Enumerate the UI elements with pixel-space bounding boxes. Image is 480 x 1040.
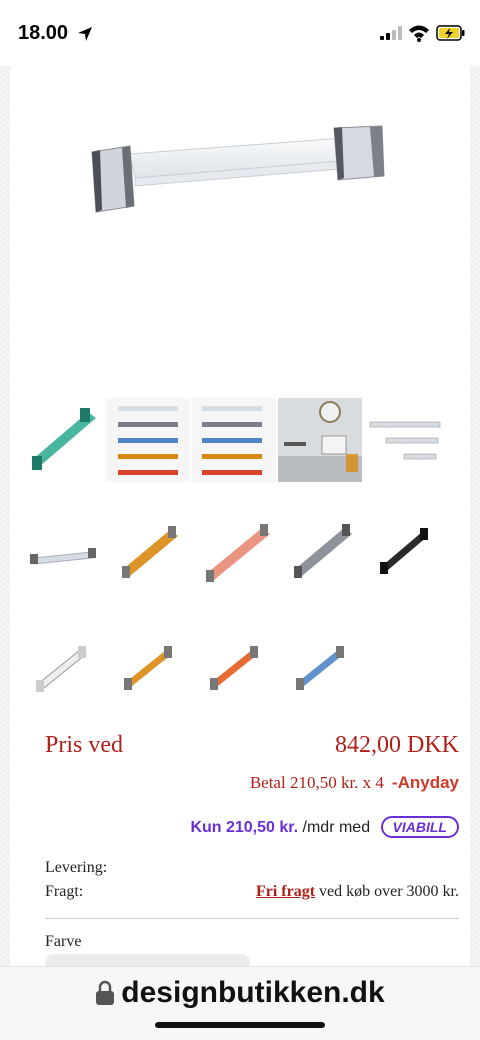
thumbnail-white[interactable] xyxy=(20,626,104,710)
color-label: Farve xyxy=(45,933,82,950)
shipping-value: Fri fragt ved køb over 3000 kr. xyxy=(256,883,459,901)
lock-icon xyxy=(96,980,115,1006)
home-indicator[interactable] xyxy=(155,1022,325,1028)
status-bar: 18.00 xyxy=(0,0,480,66)
towel-rail-clear-image xyxy=(91,125,385,213)
wifi-icon xyxy=(409,25,429,42)
viabill-suffix: /mdr med xyxy=(302,819,371,836)
status-time: 18.00 xyxy=(18,22,69,44)
anyday-text: Betal 210,50 kr. x 4 xyxy=(249,773,384,792)
thumbnail-teal[interactable] xyxy=(20,398,104,482)
thumbnail-black[interactable] xyxy=(364,512,448,596)
thumbnail-color-range-1[interactable] xyxy=(106,398,190,482)
thumbnail-amber-short[interactable] xyxy=(106,626,190,710)
thumbnail-sizes[interactable] xyxy=(364,398,448,482)
thumbnail-color-range-2[interactable] xyxy=(192,398,276,482)
product-main-image[interactable] xyxy=(30,66,450,396)
anyday-logo: -Anyday xyxy=(391,773,459,792)
shipping-label: Fragt: xyxy=(45,883,84,900)
cellular-signal-icon xyxy=(380,26,402,40)
section-divider xyxy=(45,918,459,919)
price-value: 842,00 DKK xyxy=(335,732,459,758)
free-shipping-link[interactable]: Fri fragt xyxy=(256,883,315,900)
url-domain: designbutikken.dk xyxy=(121,976,385,1010)
delivery-label: Levering: xyxy=(45,859,108,876)
viabill-installment[interactable]: Kun 210,50 kr. /mdr med VIABILL xyxy=(190,816,459,838)
product-content: Pris ved 842,00 DKK Betal 210,50 kr. x 4… xyxy=(10,66,470,968)
thumbnail-blue[interactable] xyxy=(278,626,362,710)
shipping-suffix: ved køb over 3000 kr. xyxy=(319,883,459,900)
location-arrow-icon xyxy=(78,27,92,41)
thumbnail-orange[interactable] xyxy=(192,626,276,710)
anyday-installment[interactable]: Betal 210,50 kr. x 4 -Anyday xyxy=(250,773,459,793)
thumbnail-clear[interactable] xyxy=(20,512,104,596)
thumbnail-salmon[interactable] xyxy=(192,512,276,596)
viabill-amount: Kun 210,50 kr. xyxy=(190,819,299,836)
thumbnail-bathroom-scene[interactable] xyxy=(278,398,362,482)
price-label: Pris ved xyxy=(45,732,123,758)
viabill-logo: VIABILL xyxy=(380,816,459,838)
browser-url-bar[interactable]: designbutikken.dk xyxy=(0,966,480,1040)
battery-charging-icon xyxy=(436,25,465,41)
thumbnail-amber[interactable] xyxy=(106,512,190,596)
thumbnail-smoke[interactable] xyxy=(278,512,362,596)
